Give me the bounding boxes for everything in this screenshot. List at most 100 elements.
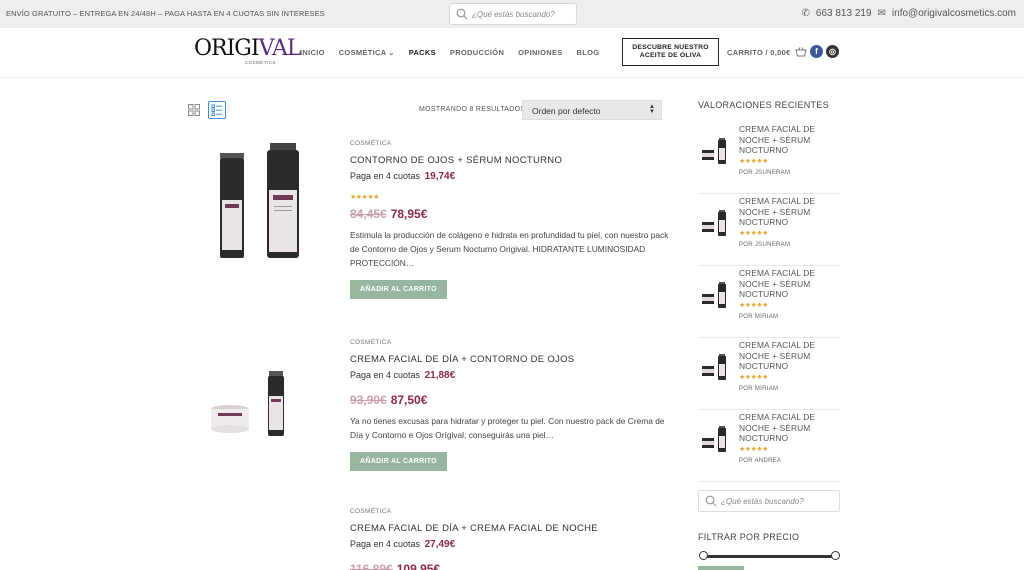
mail-icon: ✉ (877, 8, 886, 19)
product-description: Estimula la producción de colágeno e hid… (350, 230, 669, 268)
review-item[interactable]: CREMA FACIAL DE NOCHE + SÉRUM NOCTURNO ★★… (698, 268, 840, 338)
review-product-thumbnail[interactable] (700, 278, 730, 312)
basket-icon (794, 47, 807, 57)
review-author: POR ANDREA (739, 458, 782, 464)
review-product-title[interactable]: CREMA FACIAL DE NOCHE + SÉRUM NOCTURNO (739, 268, 839, 300)
search-icon (456, 8, 468, 20)
installments-label: Paga en 4 cuotas (350, 370, 421, 380)
price-slider-max-handle[interactable] (831, 551, 840, 560)
email-link[interactable]: info@origivalcosmetics.com (892, 8, 1016, 19)
review-product-title[interactable]: CREMA FACIAL DE NOCHE + SÉRUM NOCTURNO (739, 340, 839, 372)
review-author: POR MIRIAM (739, 386, 779, 392)
product-price: 116,89€ 109,95€ (350, 562, 670, 570)
review-author: POR JSUNERAM (739, 170, 791, 176)
sort-value: Orden por defecto (532, 106, 601, 116)
review-product-thumbnail[interactable] (700, 422, 730, 456)
olive-oil-button-line1: DESCUBRE NUESTRO (632, 44, 709, 51)
sort-select[interactable]: Orden por defecto ▲ ▼ (522, 100, 662, 120)
product-title[interactable]: CONTORNO DE OJOS + SÉRUM NOCTURNO (350, 155, 670, 166)
add-to-cart-button[interactable]: AÑADIR AL CARRITO (350, 280, 447, 299)
phone-link[interactable]: 663 813 219 (816, 8, 872, 19)
main-header: ORIGIVAL COSMETICS INICIO COSMÉTICA ⌄ PA… (0, 28, 1024, 78)
chevron-down-icon: ⌄ (388, 50, 395, 57)
nav-blog[interactable]: BLOG (577, 48, 600, 57)
sale-price: 87,50€ (390, 393, 428, 407)
list-view-button[interactable] (208, 101, 226, 119)
review-author: POR MIRIAM (739, 314, 779, 320)
review-stars: ★★★★★ (739, 374, 768, 381)
facebook-icon[interactable]: f (810, 45, 823, 58)
product-category[interactable]: COSMÉTICA (350, 508, 670, 515)
review-stars: ★★★★★ (739, 302, 768, 309)
olive-oil-button[interactable]: DESCUBRE NUESTRO ACEITE DE OLIVA (622, 38, 719, 66)
old-price: 116,89€ (350, 562, 393, 570)
cart-label: CARRITO / 0,00€ (727, 47, 791, 57)
review-product-title[interactable]: CREMA FACIAL DE NOCHE + SÉRUM NOCTURNO (739, 124, 839, 156)
product-image[interactable] (200, 140, 310, 270)
sidebar-search-input[interactable]: ¿Qué estás buscando? (698, 490, 840, 512)
header-search-input[interactable]: ¿Qué estás buscando? (449, 3, 577, 25)
review-item[interactable]: CREMA FACIAL DE NOCHE + SÉRUM NOCTURNO ★★… (698, 196, 840, 266)
product-category[interactable]: COSMÉTICA (350, 140, 670, 147)
sale-price: 109,95€ (396, 562, 441, 570)
recent-reviews-title: VALORACIONES RECIENTES (698, 100, 829, 110)
whatsapp-icon: ✆ (801, 8, 810, 19)
installments-amount: 21,88€ (424, 370, 456, 381)
product-price: 93,90€ 87,50€ (350, 393, 670, 407)
price-slider-min-handle[interactable] (699, 551, 708, 560)
installments: Paga en 4 cuotas 19,74€ (350, 171, 670, 182)
installments-amount: 19,74€ (424, 171, 456, 182)
nav-cosmetica-label: COSMÉTICA (338, 48, 387, 57)
review-item[interactable]: CREMA FACIAL DE NOCHE + SÉRUM NOCTURNO ★★… (698, 412, 840, 482)
logo-accent: VAL (258, 36, 302, 61)
logo-subtitle: COSMETICS (244, 60, 276, 65)
instagram-icon[interactable]: ◎ (826, 45, 839, 58)
old-price: 93,90€ (350, 393, 387, 407)
product-category[interactable]: COSMÉTICA (350, 339, 670, 346)
installments: Paga en 4 cuotas 21,88€ (350, 370, 670, 381)
review-product-thumbnail[interactable] (700, 134, 730, 168)
sidebar: VALORACIONES RECIENTES (698, 100, 840, 110)
review-stars: ★★★★★ (739, 446, 768, 453)
nav-cosmetica[interactable]: COSMÉTICA ⌄ (339, 48, 395, 57)
grid-view-icon[interactable] (188, 104, 200, 116)
add-to-cart-button[interactable]: AÑADIR AL CARRITO (350, 452, 447, 471)
price-slider-track[interactable] (703, 555, 836, 558)
top-bar: ENVÍO GRATUITO – ENTREGA EN 24/48H – PAG… (0, 0, 1024, 28)
review-product-title[interactable]: CREMA FACIAL DE NOCHE + SÉRUM NOCTURNO (739, 196, 839, 228)
old-price: 84,45€ (350, 207, 387, 221)
installments-label: Paga en 4 cuotas (350, 171, 421, 181)
product-image[interactable] (200, 339, 310, 469)
sidebar-search-placeholder: ¿Qué estás buscando? (721, 497, 804, 506)
cart-link[interactable]: CARRITO / 0,00€ (727, 47, 807, 57)
contact-info: ✆ 663 813 219 ✉ info@origivalcosmetics.c… (802, 8, 1016, 19)
review-product-title[interactable]: CREMA FACIAL DE NOCHE + SÉRUM NOCTURNO (739, 412, 839, 444)
search-placeholder: ¿Qué estás buscando? (472, 10, 555, 19)
search-icon (705, 495, 717, 507)
logo-text: ORIGI (194, 36, 260, 61)
review-item[interactable]: CREMA FACIAL DE NOCHE + SÉRUM NOCTURNO ★★… (698, 340, 840, 410)
main-nav: INICIO COSMÉTICA ⌄ PACKS PRODUCCIÓN OPIN… (300, 48, 613, 57)
review-product-thumbnail[interactable] (700, 206, 730, 240)
product-description: Ya no tienes excusas para hidratar y pro… (350, 416, 665, 440)
results-count: MOSTRANDO 8 RESULTADOS (419, 106, 526, 113)
nav-opiniones[interactable]: OPINIONES (518, 48, 562, 57)
review-stars: ★★★★★ (739, 230, 768, 237)
product-title[interactable]: CREMA FACIAL DE DÍA + CONTORNO DE OJOS (350, 354, 670, 365)
review-author: POR JSUNERAM (739, 242, 791, 248)
logo[interactable]: ORIGIVAL COSMETICS (194, 36, 301, 66)
olive-oil-button-line2: ACEITE DE OLIVA (639, 52, 702, 59)
review-item[interactable]: CREMA FACIAL DE NOCHE + SÉRUM NOCTURNO ★★… (698, 124, 840, 194)
nav-produccion[interactable]: PRODUCCIÓN (450, 48, 504, 57)
list-view-icon (211, 104, 222, 116)
product-title[interactable]: CREMA FACIAL DE DÍA + CREMA FACIAL DE NO… (350, 523, 670, 534)
review-product-thumbnail[interactable] (700, 350, 730, 384)
installments: Paga en 4 cuotas 27,49€ (350, 539, 670, 550)
nav-inicio[interactable]: INICIO (300, 48, 325, 57)
nav-packs[interactable]: PACKS (409, 48, 436, 57)
select-arrows-icon: ▲ ▼ (649, 104, 655, 115)
installments-label: Paga en 4 cuotas (350, 539, 421, 549)
price-filter-title: FILTRAR POR PRECIO (698, 532, 800, 542)
installments-amount: 27,49€ (424, 539, 456, 550)
filter-button[interactable] (698, 566, 744, 570)
